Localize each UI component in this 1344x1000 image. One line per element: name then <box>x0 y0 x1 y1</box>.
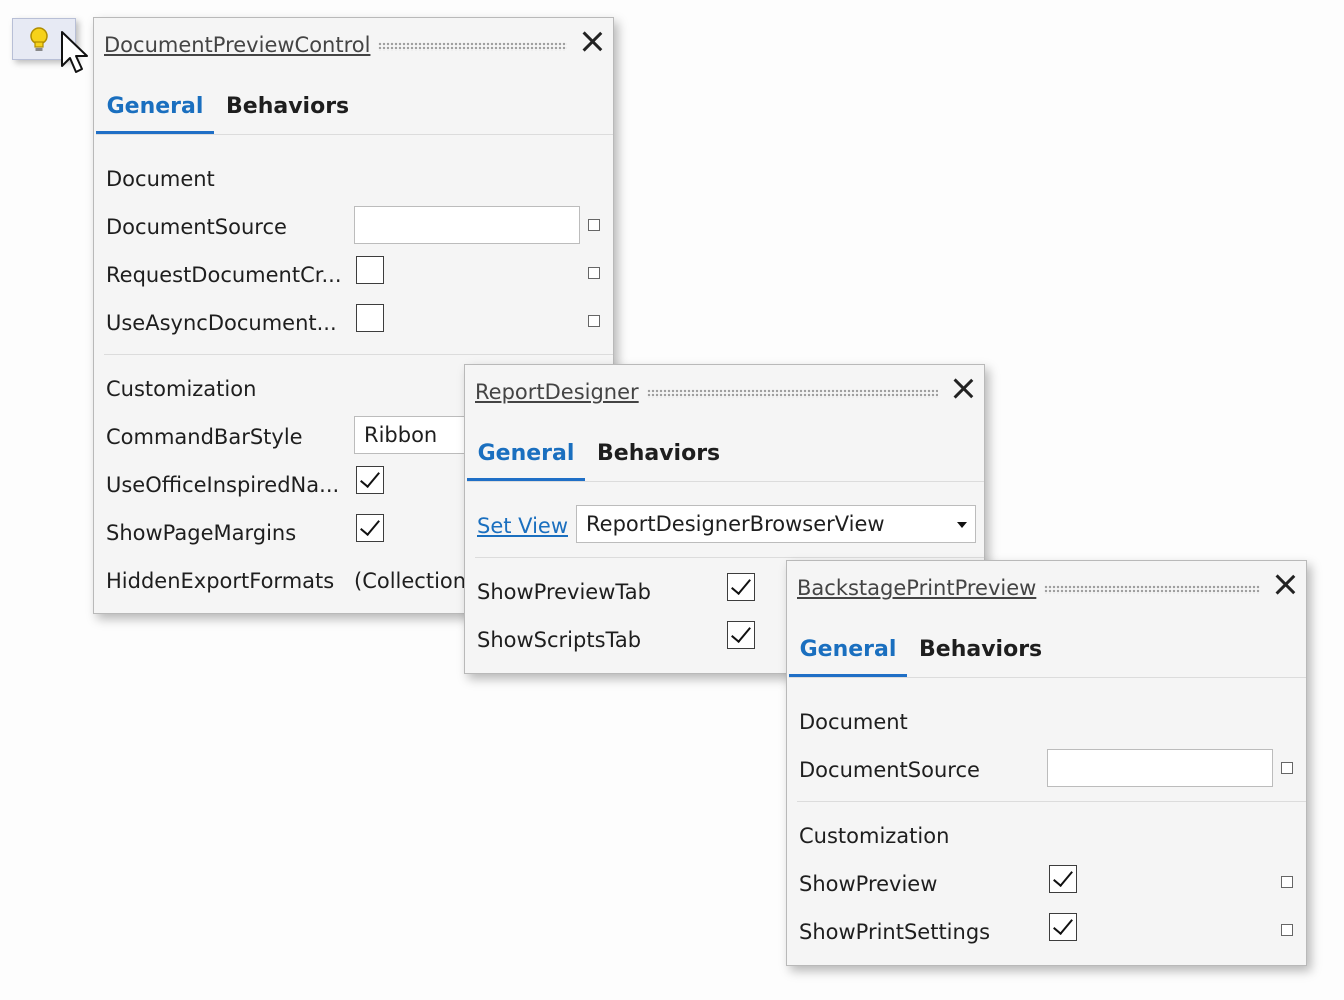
section-document: Document <box>106 167 215 191</box>
drag-grip[interactable] <box>646 388 938 398</box>
close-icon[interactable] <box>1274 573 1296 595</box>
label-useasyncdocument: UseAsyncDocument... <box>106 311 337 335</box>
label-requestdocumentcr: RequestDocumentCr... <box>106 263 342 287</box>
documentsource-input[interactable] <box>1047 749 1273 787</box>
tab-general[interactable]: General <box>96 84 214 134</box>
label-showprintsettings: ShowPrintSettings <box>799 920 991 944</box>
property-marker[interactable] <box>588 219 600 231</box>
showscriptstab-checkbox[interactable] <box>727 621 755 649</box>
requestdocument-checkbox[interactable] <box>356 256 384 284</box>
drag-grip[interactable] <box>378 41 567 51</box>
section-customization: Customization <box>799 824 950 848</box>
tab-general[interactable]: General <box>467 431 585 481</box>
mouse-cursor-icon <box>61 31 88 73</box>
tab-behaviors[interactable]: Behaviors <box>226 84 349 134</box>
tab-strip: General Behaviors <box>467 427 984 482</box>
lightbulb-icon <box>30 27 48 51</box>
label-documentsource: DocumentSource <box>799 758 980 782</box>
property-marker[interactable] <box>1281 876 1293 888</box>
drag-grip[interactable] <box>1044 584 1260 594</box>
showpagemargins-checkbox[interactable] <box>356 514 384 542</box>
tab-strip: General Behaviors <box>789 623 1306 678</box>
divider <box>104 354 613 355</box>
documentsource-input[interactable] <box>354 206 580 244</box>
property-marker[interactable] <box>1281 762 1293 774</box>
hiddenexportformats-value[interactable]: (Collection <box>354 566 466 596</box>
set-view-row: Set View <box>477 511 568 541</box>
tab-general[interactable]: General <box>789 627 907 677</box>
label-showpreview: ShowPreview <box>799 872 938 896</box>
panel-title[interactable]: BackstagePrintPreview <box>797 576 1036 600</box>
tab-behaviors[interactable]: Behaviors <box>919 627 1042 677</box>
useasyncdocument-checkbox[interactable] <box>356 304 384 332</box>
panel-title[interactable]: DocumentPreviewControl <box>104 33 370 57</box>
label-hiddenexportformats: HiddenExportFormats <box>106 569 335 593</box>
label-showscriptstab: ShowScriptsTab <box>477 628 642 652</box>
tab-strip: General Behaviors <box>96 80 613 135</box>
panel-title-bar[interactable]: DocumentPreviewControl <box>104 30 567 60</box>
label-showpagemargins: ShowPageMargins <box>106 521 297 545</box>
property-marker[interactable] <box>588 267 600 279</box>
divider <box>475 557 984 558</box>
showprintsettings-checkbox[interactable] <box>1049 913 1077 941</box>
close-icon[interactable] <box>952 377 974 399</box>
label-documentsource: DocumentSource <box>106 215 287 239</box>
set-view-link[interactable]: Set View <box>477 514 568 538</box>
section-document: Document <box>799 710 908 734</box>
tab-behaviors[interactable]: Behaviors <box>597 431 720 481</box>
combo-value: Ribbon <box>364 423 438 447</box>
label-commandbarstyle: CommandBarStyle <box>106 425 303 449</box>
panel-title-bar[interactable]: BackstagePrintPreview <box>797 573 1260 603</box>
view-select[interactable]: ReportDesignerBrowserView <box>576 505 976 543</box>
useofficeinspired-checkbox[interactable] <box>356 466 384 494</box>
divider <box>797 801 1306 802</box>
showpreview-checkbox[interactable] <box>1049 865 1077 893</box>
view-select-value: ReportDesignerBrowserView <box>586 512 885 536</box>
section-customization: Customization <box>106 377 257 401</box>
label-useofficeinspiredna: UseOfficeInspiredNa... <box>106 473 340 497</box>
chevron-down-icon[interactable] <box>957 522 967 528</box>
close-icon[interactable] <box>581 30 603 52</box>
label-showpreviewtab: ShowPreviewTab <box>477 580 651 604</box>
showpreviewtab-checkbox[interactable] <box>727 573 755 601</box>
backstage-print-preview-panel: BackstagePrintPreview General Behaviors … <box>786 560 1307 966</box>
panel-title-bar[interactable]: ReportDesigner <box>475 377 938 407</box>
panel-title[interactable]: ReportDesigner <box>475 380 639 404</box>
property-marker[interactable] <box>588 315 600 327</box>
property-marker[interactable] <box>1281 924 1293 936</box>
